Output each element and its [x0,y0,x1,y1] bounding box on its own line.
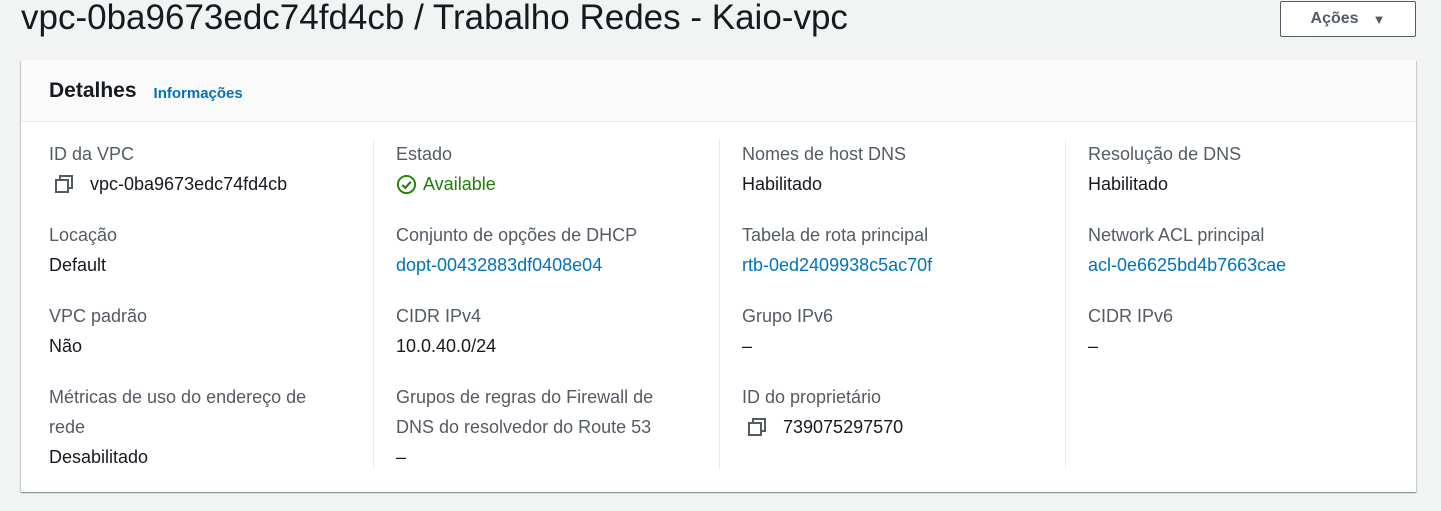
page-title: vpc-0ba9673edc74fd4cb / Trabalho Redes -… [21,0,848,37]
field-label-line2: rede [49,417,86,437]
field-label: Conjunto de opções de DHCP [396,225,638,245]
details-column-1: ID da VPC vpc-0ba9673edc74fd4cb Locação … [49,139,367,469]
field-label: Resolução de DNS [1088,144,1242,164]
field-value: 10.0.40.0/24 [396,336,497,356]
status-text: Available [423,174,496,194]
field-label: Nomes de host DNS [742,144,907,164]
field-cidr-ipv6: CIDR IPv6 – [1088,301,1173,361]
field-label: VPC padrão [49,306,148,326]
details-column-4: Resolução de DNS Habilitado Network ACL … [1065,139,1395,469]
field-metricas: Métricas de uso do endereço de rede Desa… [49,382,306,472]
field-dhcp: Conjunto de opções de DHCP dopt-00432883… [396,220,637,280]
field-value: Desabilitado [49,447,149,467]
field-value: 739075297570 [742,412,903,442]
field-dns-resolution: Resolução de DNS Habilitado [1088,139,1241,199]
field-value: vpc-0ba9673edc74fd4cb [49,169,287,199]
dhcp-link[interactable]: dopt-00432883df0408e04 [396,250,637,280]
field-label: CIDR IPv6 [1088,306,1174,326]
details-column-2: Estado Available Conjunto de opções de D… [373,139,719,469]
field-label: Network ACL principal [1088,225,1265,245]
field-dns-hostnames: Nomes de host DNS Habilitado [742,139,906,199]
field-owner-id: ID do proprietário 739075297570 [742,382,903,442]
field-value: Habilitado [742,174,823,194]
field-estado: Estado Available [396,139,496,199]
field-value: Habilitado [1088,174,1169,194]
field-label: Locação [49,225,118,245]
field-label: ID da VPC [49,144,135,164]
vpc-id-value: vpc-0ba9673edc74fd4cb [90,174,288,194]
actions-button-label: Ações [1310,10,1359,27]
panel-title: Detalhes [49,78,137,102]
caret-down-icon: ▼ [1372,11,1386,27]
network-acl-link[interactable]: acl-0e6625bd4b7663cae [1088,250,1286,280]
status-positive-icon [396,174,417,194]
field-value: – [396,447,407,467]
field-cidr-ipv4: CIDR IPv4 10.0.40.0/24 [396,301,496,361]
copy-icon[interactable] [54,174,74,194]
field-vpc-padrao: VPC padrão Não [49,301,147,361]
actions-button[interactable]: Ações ▼ [1280,1,1416,37]
field-value: Available [396,169,496,199]
panel-header: Detalhes Informações [21,60,1416,122]
field-label: Grupo IPv6 [742,306,834,326]
info-link[interactable]: Informações [154,85,243,102]
owner-id-value: 739075297570 [783,417,904,437]
field-locacao: Locação Default [49,220,117,280]
field-label-line1: Grupos de regras do Firewall de [396,387,654,407]
route-table-link[interactable]: rtb-0ed2409938c5ac70f [742,250,932,280]
details-column-3: Nomes de host DNS Habilitado Tabela de r… [719,139,1065,469]
copy-icon[interactable] [747,417,767,437]
field-rota-principal: Tabela de rota principal rtb-0ed2409938c… [742,220,932,280]
field-label: ID do proprietário [742,387,882,407]
details-grid: ID da VPC vpc-0ba9673edc74fd4cb Locação … [21,122,1416,492]
field-network-acl: Network ACL principal acl-0e6625bd4b7663… [1088,220,1286,280]
field-label: Estado [396,144,453,164]
field-label: Tabela de rota principal [742,225,929,245]
field-value: – [1088,336,1099,356]
details-panel: Detalhes Informações ID da VPC vpc-0ba96… [21,60,1416,492]
field-label-line2: DNS do resolvedor do Route 53 [396,417,652,437]
field-label: CIDR IPv4 [396,306,482,326]
field-vpc-id: ID da VPC vpc-0ba9673edc74fd4cb [49,139,287,199]
field-value: – [742,336,753,356]
field-label-line1: Métricas de uso do endereço de [49,387,307,407]
field-value: Default [49,255,107,275]
field-firewall-dns: Grupos de regras do Firewall de DNS do r… [396,382,653,472]
field-grupo-ipv6: Grupo IPv6 – [742,301,833,361]
field-value: Não [49,336,83,356]
